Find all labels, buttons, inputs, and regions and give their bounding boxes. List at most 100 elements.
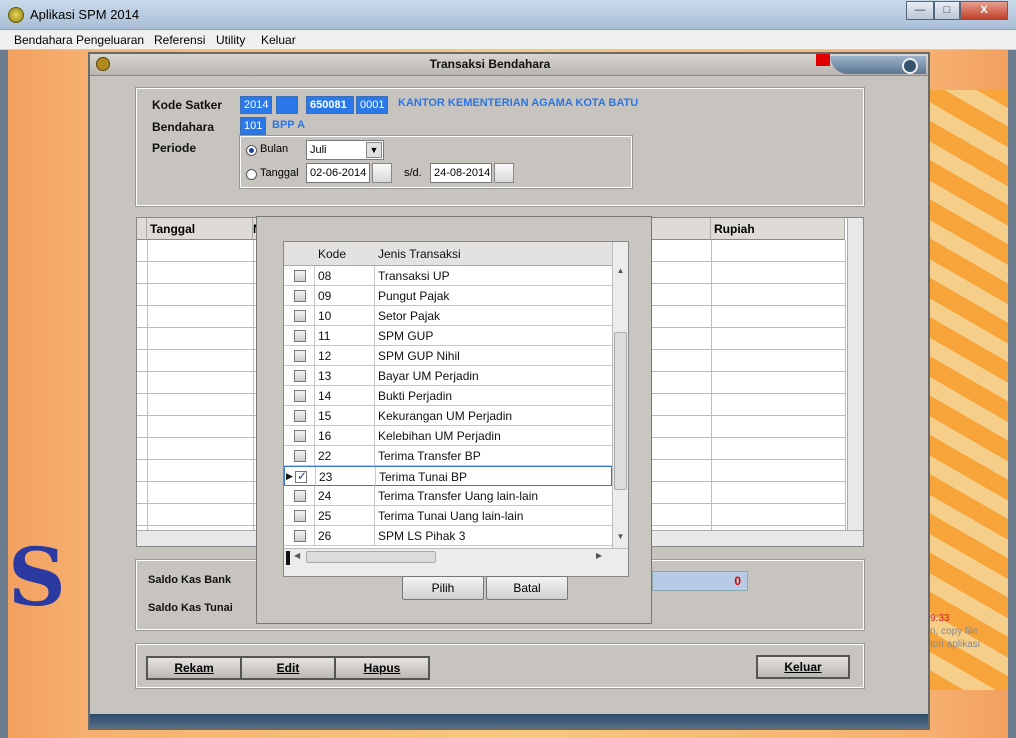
list-item[interactable]: 25 Terima Tunai Uang lain-lain (284, 506, 612, 526)
list-item[interactable]: 14 Bukti Perjadin (284, 386, 612, 406)
row-checkbox[interactable] (294, 490, 306, 502)
row-checkbox[interactable] (294, 310, 306, 322)
checkmark-icon: ✓ (297, 469, 308, 483)
keluar-button[interactable]: Keluar (756, 655, 850, 679)
close-button[interactable]: X (960, 1, 1008, 20)
row-jenis: Setor Pajak (378, 309, 441, 323)
hint-line1: n, copy file (930, 626, 978, 637)
row-checkbox[interactable] (294, 350, 306, 362)
menu-referensi[interactable]: Referensi (154, 33, 205, 47)
chevron-down-icon[interactable]: ▼ (366, 142, 382, 158)
bulan-radio[interactable] (246, 145, 257, 156)
list-hscroll[interactable]: ◀ ▶ (284, 548, 628, 576)
jenis-transaksi-list[interactable]: Kode Jenis Transaksi 08 Transaksi UP 09 Pun… (283, 241, 629, 577)
bendahara-code: 101 (240, 117, 266, 135)
row-checkbox[interactable] (294, 390, 306, 402)
list-item[interactable]: 11 SPM GUP (284, 326, 612, 346)
list-item[interactable]: 22 Terima Transfer BP (284, 446, 612, 466)
tanggal-radio[interactable] (246, 169, 257, 180)
rekam-button[interactable]: Rekam (146, 656, 242, 680)
row-divider (314, 346, 315, 366)
list-item[interactable]: ✓ 23 Terima Tunai BP ▶ (284, 466, 612, 487)
grid-col-rupiah: Rupiah (711, 218, 845, 240)
row-checkbox[interactable] (294, 410, 306, 422)
row-divider (374, 306, 375, 326)
row-divider (374, 446, 375, 466)
row-kode: 16 (318, 429, 332, 443)
row-divider (374, 286, 375, 306)
form-circle-icon[interactable] (902, 58, 918, 74)
tanggal-from-input[interactable]: 02-06-2014 (306, 163, 370, 183)
row-divider (314, 426, 315, 446)
row-divider (374, 346, 375, 366)
list-item[interactable]: 08 Transaksi UP (284, 266, 612, 286)
list-item[interactable]: 12 SPM GUP Nihil (284, 346, 612, 366)
window-title: Aplikasi SPM 2014 (30, 7, 140, 22)
list-hscroll-thumb[interactable] (306, 551, 436, 563)
row-jenis: Terima Transfer BP (378, 449, 481, 463)
row-checkbox[interactable] (294, 370, 306, 382)
scroll-down-icon[interactable]: ▼ (614, 532, 627, 546)
list-item[interactable]: 24 Terima Transfer Uang lain-lain (284, 486, 612, 506)
row-checkbox[interactable]: ✓ (295, 469, 308, 483)
scroll-left-icon[interactable]: ◀ (294, 551, 300, 560)
calendar-from-icon[interactable] (372, 163, 392, 183)
form-statusbar (90, 714, 928, 728)
row-jenis: SPM GUP (378, 329, 434, 343)
list-item[interactable]: 10 Setor Pajak (284, 306, 612, 326)
row-divider (314, 526, 315, 546)
row-checkbox[interactable] (294, 270, 306, 282)
row-kode: 26 (318, 529, 332, 543)
row-divider (314, 266, 315, 286)
kode-satker-label: Kode Satker (152, 98, 223, 112)
list-item[interactable]: 13 Bayar UM Perjadin (284, 366, 612, 386)
list-item[interactable]: 16 Kelebihan UM Perjadin (284, 426, 612, 446)
scroll-right-icon[interactable]: ▶ (596, 551, 602, 560)
bulan-value: Juli (310, 144, 327, 156)
row-kode: 12 (318, 349, 332, 363)
minimize-button[interactable]: — (906, 1, 934, 20)
list-item[interactable]: 15 Kekurangan UM Perjadin (284, 406, 612, 426)
tanggal-to-input[interactable]: 24-08-2014 (430, 163, 492, 183)
kode-satker-name: KANTOR KEMENTERIAN AGAMA KOTA BATU (398, 97, 639, 109)
batal-button[interactable]: Batal (486, 576, 568, 600)
row-jenis: Terima Transfer Uang lain-lain (378, 489, 539, 503)
row-divider (314, 286, 315, 306)
row-divider (314, 486, 315, 506)
hint-time: 9:33 (930, 613, 950, 624)
hapus-button[interactable]: Hapus (334, 656, 430, 680)
row-checkbox[interactable] (294, 330, 306, 342)
row-checkbox[interactable] (294, 510, 306, 522)
menu-keluar[interactable]: Keluar (261, 33, 296, 47)
row-checkbox[interactable] (294, 290, 306, 302)
background-ornament (928, 90, 1008, 690)
row-jenis: Pungut Pajak (378, 289, 450, 303)
row-jenis: Transaksi UP (378, 269, 450, 283)
row-jenis: Kekurangan UM Perjadin (378, 409, 513, 423)
list-hscroll-indicator (286, 551, 290, 565)
pilih-button[interactable]: Pilih (402, 576, 484, 600)
edit-button[interactable]: Edit (240, 656, 336, 680)
periode-label: Periode (152, 141, 197, 155)
calendar-to-icon[interactable] (494, 163, 514, 183)
list-vscroll[interactable]: ▲ ▼ (612, 242, 628, 548)
row-divider (314, 386, 315, 406)
scroll-up-icon[interactable]: ▲ (614, 266, 627, 286)
list-body: 08 Transaksi UP 09 Pungut Pajak 10 Setor Paja… (284, 266, 612, 546)
menu-bendahara-pengeluaran[interactable]: Bendahara Pengeluaran (14, 33, 144, 47)
row-pointer-icon: ▶ (286, 471, 293, 481)
menu-utility[interactable]: Utility (216, 33, 245, 47)
list-scroll-thumb[interactable] (614, 332, 627, 490)
background-logo: S (8, 530, 66, 624)
row-checkbox[interactable] (294, 450, 306, 462)
maximize-button[interactable]: □ (934, 1, 960, 20)
list-item[interactable]: 26 SPM LS Pihak 3 (284, 526, 612, 546)
jenis-transaksi-dialog: Kode Jenis Transaksi 08 Transaksi UP 09 Pun… (256, 216, 652, 624)
row-checkbox[interactable] (294, 430, 306, 442)
row-kode: 13 (318, 369, 332, 383)
row-kode: 15 (318, 409, 332, 423)
row-divider (315, 467, 316, 487)
list-item[interactable]: 09 Pungut Pajak (284, 286, 612, 306)
grid-vscroll[interactable] (847, 218, 863, 530)
row-checkbox[interactable] (294, 530, 306, 542)
